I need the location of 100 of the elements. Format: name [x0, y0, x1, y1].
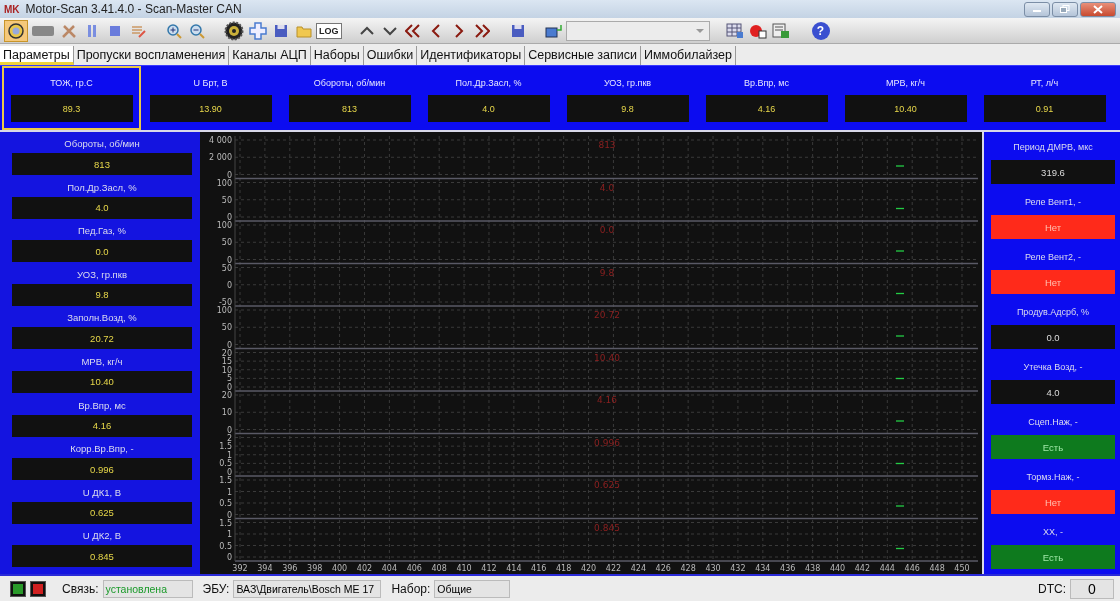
- gauge-label: XX, -: [1043, 526, 1063, 539]
- axis-tick-label: 410: [456, 564, 472, 573]
- axis-tick-label: 2: [226, 433, 232, 443]
- table-icon[interactable]: [725, 22, 744, 39]
- record-icon[interactable]: [748, 22, 767, 39]
- trace-mark: [895, 207, 905, 210]
- axis-tick-label: 448: [929, 564, 945, 573]
- gauge-value: 0.625: [12, 501, 192, 524]
- tab[interactable]: Сервисные записи: [525, 46, 641, 65]
- log-button[interactable]: LOG: [316, 22, 342, 39]
- value-label: 20.72: [594, 310, 620, 320]
- gauge-value: 813: [288, 95, 411, 122]
- gauge-label: Вр.Впр, мс: [743, 78, 790, 88]
- plus-icon[interactable]: [249, 21, 267, 40]
- axis-tick-label: 428: [680, 564, 696, 573]
- zoom-out-icon[interactable]: [189, 22, 205, 39]
- status-label: Набор:: [391, 581, 431, 596]
- axis-tick-label: 0: [226, 553, 232, 562]
- axis-tick-label: 446: [904, 564, 920, 573]
- gauge-label: Период ДМРВ, мкс: [1013, 141, 1093, 154]
- axis-tick-label: 10: [221, 365, 232, 375]
- status-label: ЭБУ:: [202, 581, 230, 596]
- axis-tick-label: 2 000: [209, 153, 232, 163]
- axis-tick-label: 1: [226, 530, 232, 539]
- close-button[interactable]: [1080, 1, 1116, 17]
- double-right-icon[interactable]: [473, 23, 490, 38]
- stop-icon[interactable]: [108, 23, 122, 38]
- trace-mark: [895, 250, 905, 252]
- gauge-card[interactable]: Пол.Др.Засл, % 4.0: [419, 66, 558, 130]
- connect-button[interactable]: [4, 19, 28, 42]
- chevron-right-icon[interactable]: [453, 23, 464, 38]
- chevron-up-icon[interactable]: [359, 25, 374, 36]
- window-title: Motor-Scan 3.41.4.0 - Scan-Master CAN: [25, 2, 242, 16]
- tools-icon[interactable]: [61, 22, 77, 39]
- value-label: 4.0: [599, 182, 615, 193]
- chevron-down-icon[interactable]: [382, 25, 397, 36]
- axis-tick-label: 50: [221, 263, 232, 273]
- tab[interactable]: Ошибки: [363, 46, 418, 65]
- status-field: установлена: [102, 579, 193, 598]
- tab[interactable]: Параметры: [0, 46, 74, 65]
- tab[interactable]: Идентификаторы: [417, 46, 526, 65]
- tab[interactable]: Каналы АЦП: [229, 46, 311, 65]
- axis-tick-label: 100: [216, 221, 232, 230]
- restore-button[interactable]: [1052, 1, 1078, 17]
- chevron-left-icon[interactable]: [430, 23, 441, 38]
- gauge-card[interactable]: МРВ, кг/ч 10.40: [836, 66, 975, 130]
- gauge-label: Пед.Газ, %: [78, 224, 126, 239]
- app-logo: MK: [4, 3, 20, 15]
- axis-tick-label: 5: [226, 374, 232, 384]
- axis-tick-label: 50: [221, 323, 232, 333]
- gauge-card[interactable]: U Брт, В 13.90: [141, 66, 280, 130]
- trace-mark: [895, 292, 905, 295]
- gauge-label: МРВ, кг/ч: [886, 78, 925, 88]
- gear-icon[interactable]: [224, 20, 244, 41]
- gauge-value: 319.6: [991, 160, 1115, 184]
- gauge-card[interactable]: РТ, л/ч 0.91: [975, 66, 1114, 130]
- gauge-card[interactable]: УОЗ, гр.пкв 9.8: [558, 66, 697, 130]
- gauge-label: Сцеп.Наж, -: [1028, 416, 1078, 429]
- tab[interactable]: Иммобилайзер: [641, 46, 736, 65]
- pause-icon[interactable]: [85, 22, 99, 39]
- gauge-value: 20.72: [12, 327, 192, 350]
- double-left-icon[interactable]: [404, 23, 421, 38]
- status-icon: [10, 580, 26, 597]
- value-label: 0.625: [594, 480, 620, 490]
- gauge-value: 0.996: [12, 458, 192, 481]
- axis-tick-label: 1: [226, 450, 232, 460]
- save-icon[interactable]: [274, 23, 288, 38]
- tab[interactable]: Пропуски воспламенения: [73, 46, 230, 65]
- gauge-card[interactable]: ТОЖ, гр.С 89.3: [2, 66, 141, 130]
- trace-mark: [895, 462, 905, 465]
- value-label: 4.16: [597, 395, 617, 405]
- axis-tick-label: 416: [531, 564, 547, 573]
- save-icon[interactable]: [510, 23, 525, 38]
- network-icon[interactable]: [544, 22, 563, 39]
- gauge-label: Тормз.Наж, -: [1026, 471, 1080, 484]
- axis-tick-label: 422: [605, 564, 622, 573]
- gauge-card[interactable]: Обороты, об/мин 813: [280, 66, 419, 130]
- gauge-label: Корр.Вр.Впр, -: [70, 442, 134, 457]
- gauge-label: Пол.Др.Засл, %: [67, 180, 137, 195]
- axis-tick-label: 1.5: [219, 518, 232, 528]
- axis-tick-label: 0: [226, 383, 232, 392]
- value-label: 0.996: [594, 437, 620, 448]
- help-button[interactable]: ?: [811, 21, 830, 40]
- axis-tick-label: 1.5: [219, 476, 232, 485]
- trace-mark: [895, 335, 905, 337]
- axis-tick-label: 404: [381, 564, 397, 573]
- axis-tick-label: 20: [221, 348, 232, 358]
- status-indicator: Нет: [991, 215, 1115, 239]
- axis-tick-label: 438: [805, 564, 821, 573]
- status-label: Связь:: [62, 581, 99, 596]
- axis-tick-label: 418: [556, 564, 572, 573]
- zoom-in-icon[interactable]: [166, 22, 182, 39]
- trace-mark: [895, 377, 905, 380]
- gauge-value: 0.91: [983, 95, 1106, 122]
- gauge-card[interactable]: Вр.Впр, мс 4.16: [697, 66, 836, 130]
- axis-tick-label: 0: [226, 213, 232, 222]
- status-icon: [30, 580, 46, 597]
- tab[interactable]: Наборы: [310, 46, 364, 65]
- minimize-button[interactable]: [1024, 1, 1050, 17]
- axis-tick-label: 424: [630, 564, 646, 573]
